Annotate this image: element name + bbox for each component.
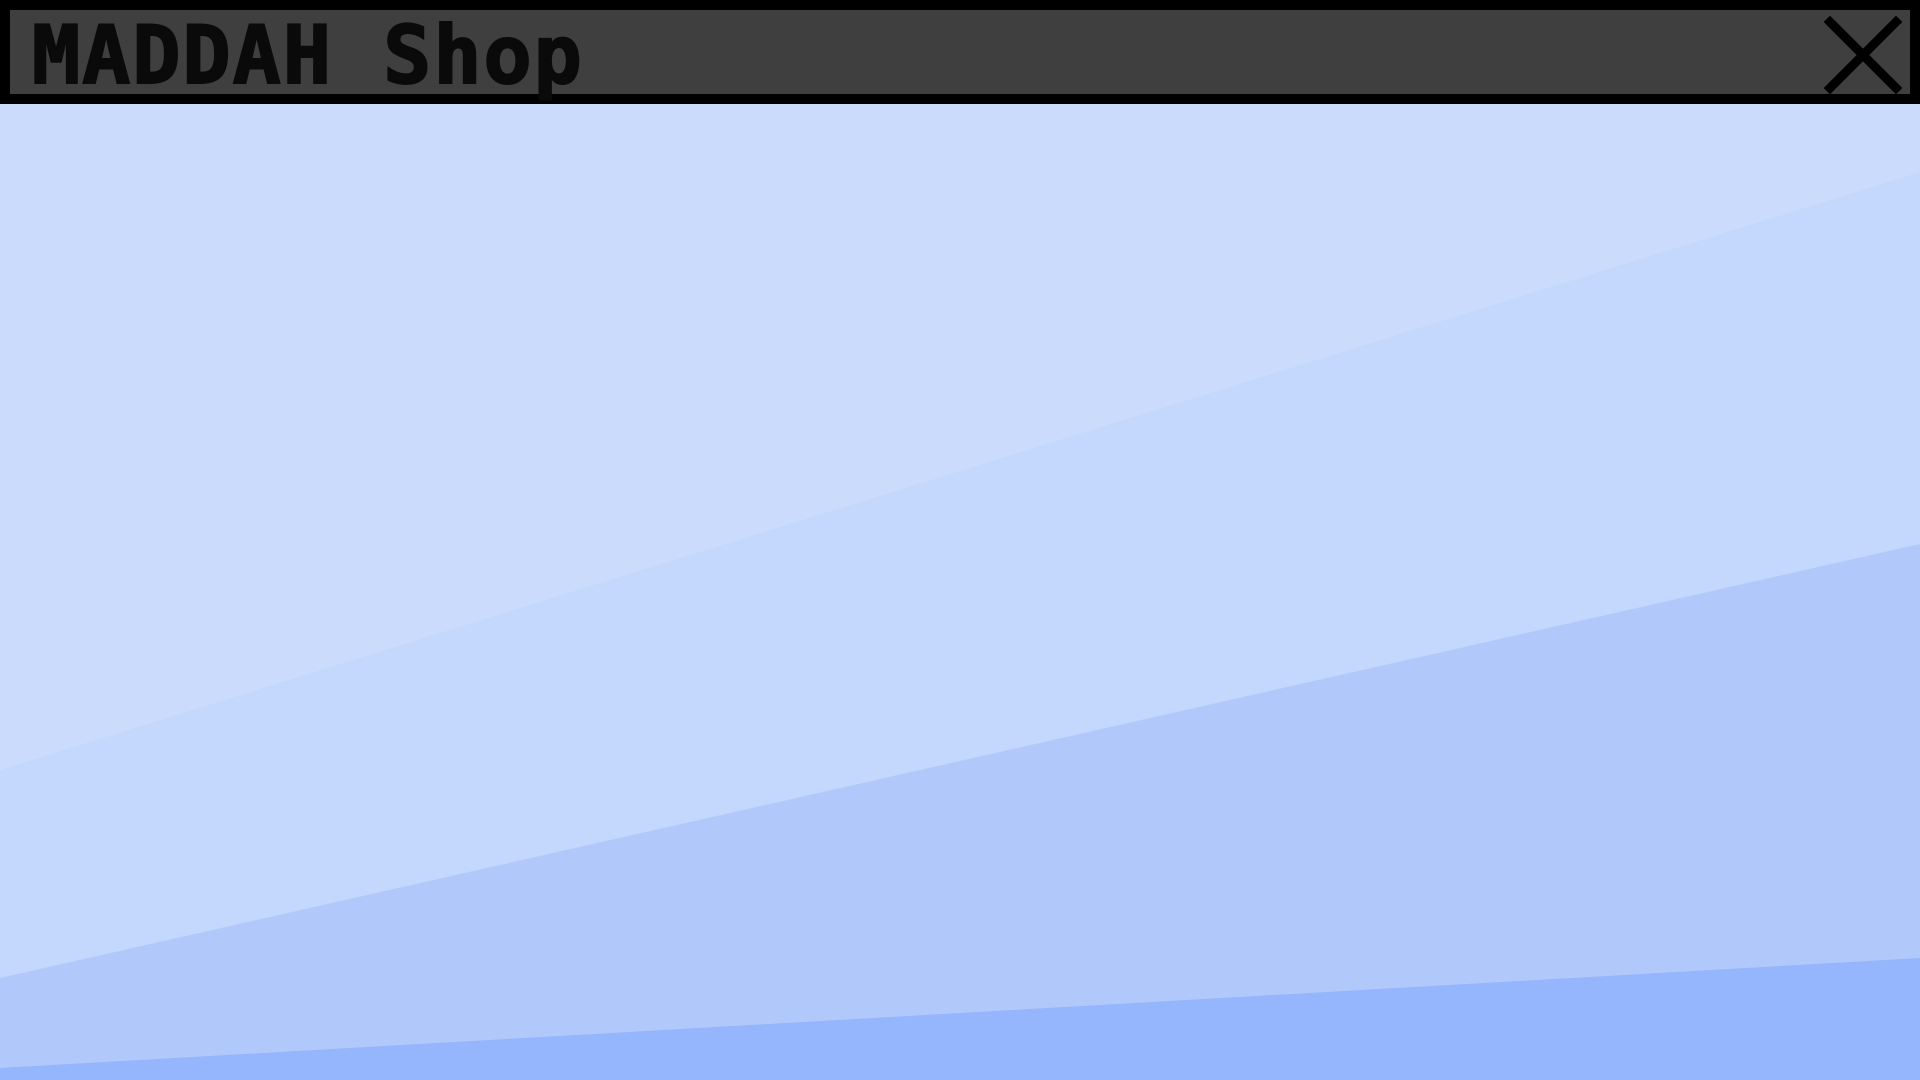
close-button[interactable] xyxy=(1824,16,1902,94)
window-title: MADDAH Shop xyxy=(31,9,584,102)
shop-window: MADDAH Shop xyxy=(0,0,1920,1080)
background-bands xyxy=(0,0,1920,1080)
close-icon xyxy=(1824,16,1902,94)
title-bar: MADDAH Shop xyxy=(0,0,1920,104)
